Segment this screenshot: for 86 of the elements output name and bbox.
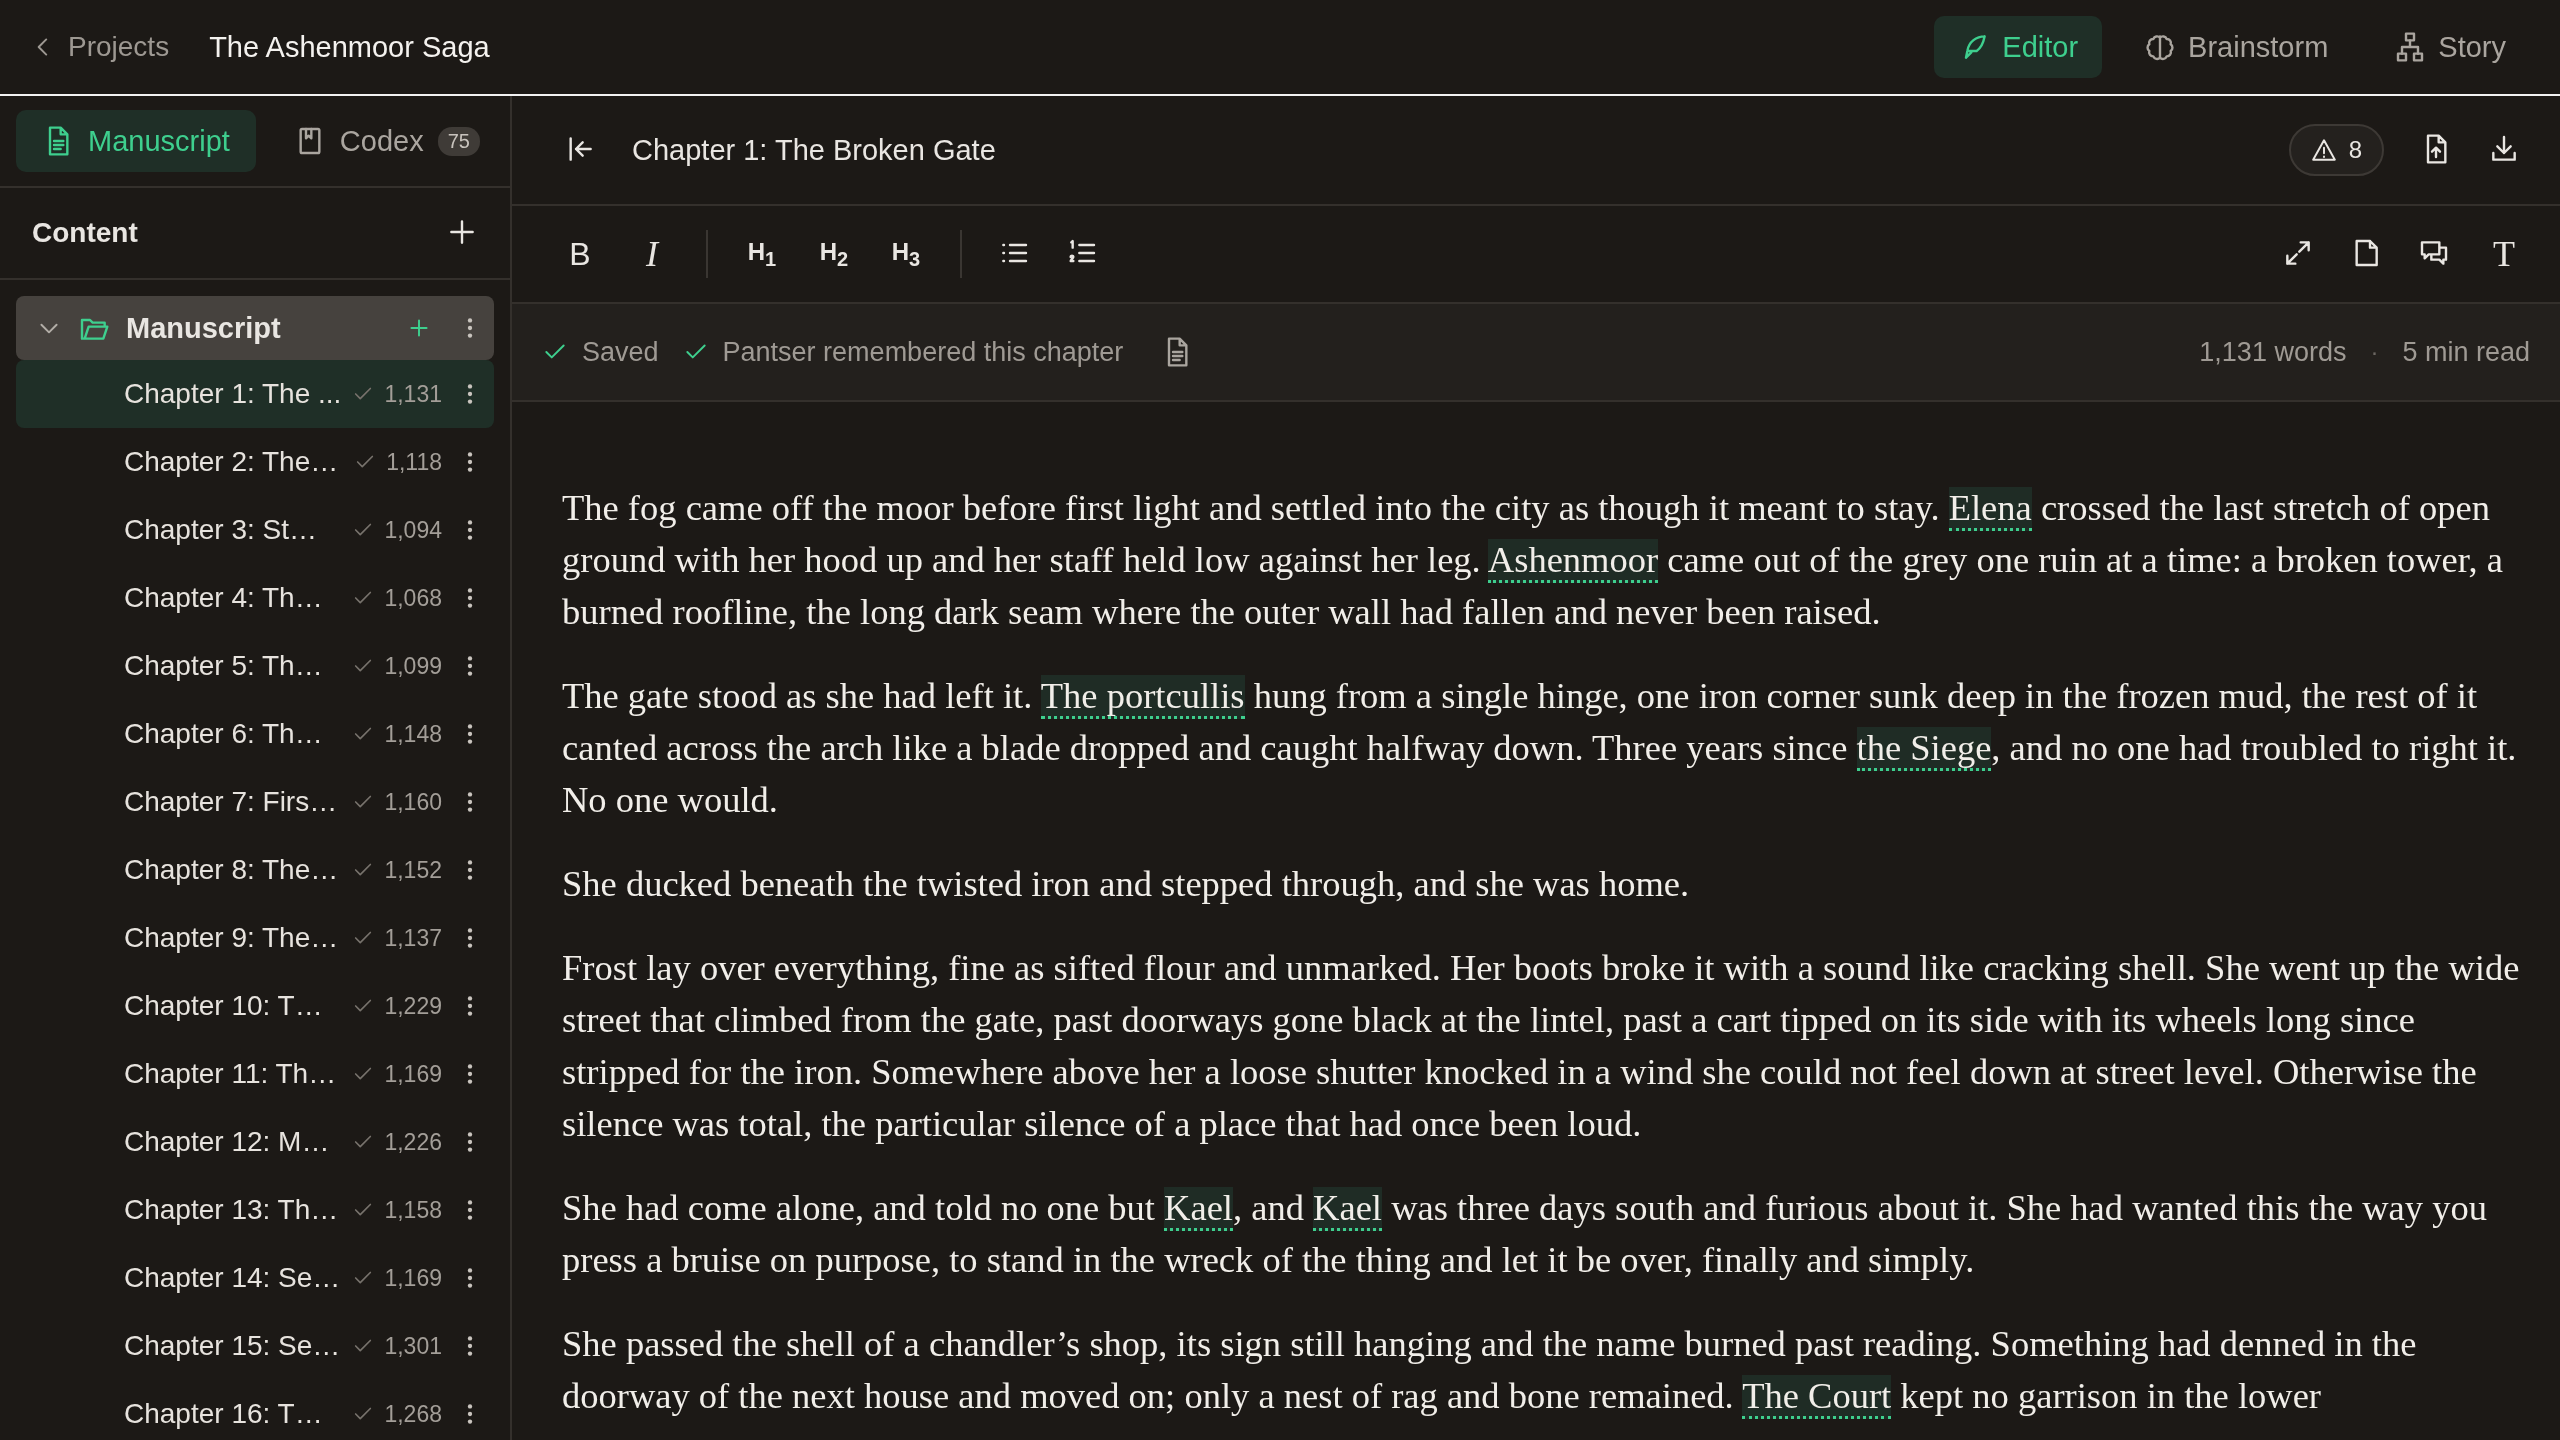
chapter-item[interactable]: Chapter 11: Th… 1,169 [16,1040,494,1108]
chapter-item[interactable]: Chapter 16: T… 1,268 [16,1380,494,1440]
mode-tab[interactable]: Brainstorm [2120,16,2353,78]
entity-mention[interactable]: The portcullis [1040,675,1245,719]
chapter-item[interactable]: Chapter 15: Se… 1,301 [16,1312,494,1380]
word-count: 1,158 [384,1196,442,1224]
warning-icon [2310,137,2337,163]
more-icon[interactable] [466,857,474,883]
word-count: 1,169 [384,1264,442,1292]
separator-dot: · [2370,338,2379,366]
word-count: 1,226 [384,1128,442,1156]
more-icon[interactable] [466,315,474,341]
chapter-title: Chapter 1: The Broken Gate [632,133,996,167]
format-button[interactable]: B [562,235,598,273]
sidebar-tab[interactable]: Codex 75 [267,110,506,172]
saved-status: Saved [582,336,659,368]
word-count: 1,169 [384,1060,442,1088]
more-icon[interactable] [466,1061,474,1087]
mode-tab[interactable]: Story [2370,16,2530,78]
word-count: 1,301 [384,1332,442,1360]
read-time: 5 min read [2402,336,2530,368]
more-icon[interactable] [466,1333,474,1359]
format-button[interactable]: H$_{3}$ [888,237,924,271]
more-icon[interactable] [466,653,474,679]
paragraph: Frost lay over everything, fine as sifted flour and unmarked. Her boots broke it with a sound like cracking shell. She went up the wide street that climbed from the gate, past doorways gone black at the lintel, past a cart tipped on its side with its wheels long since stripped for the iron. Somewhere above her a loose shutter knocked in a wind she could not feel down at street level. Otherwise the silence was total, the particular silence of a place that had once been loud. [562,946,2520,1146]
chapter-item[interactable]: Chapter 13: Th… 1,158 [16,1176,494,1244]
chapter-item[interactable]: Chapter 3: St… 1,094 [16,496,494,564]
mode-tab[interactable]: Editor [1934,16,2103,78]
count-badge: 75 [437,126,480,156]
chapter-item[interactable]: Chapter 6: Th… 1,148 [16,700,494,768]
more-icon[interactable] [466,1265,474,1291]
word-count: 1,131 words [2199,336,2347,368]
warnings-button[interactable]: 8 [2288,124,2384,176]
format-button[interactable]: I [634,233,670,275]
entity-mention[interactable]: Elena [1948,487,2032,531]
chapter-item[interactable]: Chapter 10: T… 1,229 [16,972,494,1040]
word-count: 1,099 [384,652,442,680]
chapter-item[interactable]: Chapter 4: Th… 1,068 [16,564,494,632]
chapter-item[interactable]: Chapter 9: The… 1,137 [16,904,494,972]
text-style-button[interactable]: T [2486,233,2522,275]
more-icon[interactable] [466,585,474,611]
entity-mention[interactable]: the Siege [1856,727,1992,771]
more-icon[interactable] [466,1197,474,1223]
format-button[interactable]: H$_{1}$ [744,237,780,271]
more-icon[interactable] [466,925,474,951]
chapter-item[interactable]: Chapter 1: The ... 1,131 [16,360,494,428]
word-count: 1,148 [384,720,442,748]
word-count: 1,118 [386,448,442,476]
paragraph: She had come alone, and told no one but Kael, and Kael was three days south and furious about it. She had wanted this the way you press a bruise on purpose, to stand in the wreck of the thing and let it be over, finally and simply. [562,1186,2488,1282]
chapter-item[interactable]: Chapter 12: M… 1,226 [16,1108,494,1176]
memory-status: Pantser remembered this chapter [722,336,1124,368]
back-link[interactable]: Projects [30,31,170,63]
word-count: 1,068 [384,584,442,612]
sidebar-tab[interactable]: Manuscript [16,110,256,172]
more-icon[interactable] [466,789,474,815]
format-button[interactable]: H$_{2}$ [816,237,852,271]
more-icon[interactable] [466,993,474,1019]
chapter-item[interactable]: Chapter 8: The… 1,152 [16,836,494,904]
more-icon[interactable] [466,449,474,475]
more-icon[interactable] [466,517,474,543]
word-count: 1,160 [384,788,442,816]
word-count: 1,268 [384,1400,442,1428]
folder-item[interactable]: Manuscript [16,296,494,360]
word-count: 1,094 [384,516,442,544]
more-icon[interactable] [466,721,474,747]
more-icon[interactable] [466,381,474,407]
chapter-item[interactable]: Chapter 7: Firs… 1,160 [16,768,494,836]
section-title: Content [32,217,138,249]
entity-mention[interactable]: The Court [1742,1375,1892,1419]
paragraph: She ducked beneath the twisted iron and stepped through, and she was home. [562,862,1691,906]
entity-mention[interactable]: Ashenmoor [1487,539,1659,583]
chapter-item[interactable]: Chapter 5: Th… 1,099 [16,632,494,700]
more-icon[interactable] [466,1129,474,1155]
paragraph: She passed the shell of a chandler’s shop, its sign still hanging and the name burned past reading. Something had denned in the doorway of the next house and moved on; only a nest of rag and bone remained. The Court kept no garrison in the lower [562,1318,2520,1422]
entity-mention[interactable]: Kael [1164,1187,1233,1231]
chapter-item[interactable]: Chapter 14: Se… 1,169 [16,1244,494,1312]
word-count: 1,131 [384,380,442,408]
project-title: The Ashenmoor Saga [209,30,490,64]
word-count: 1,229 [384,992,442,1020]
more-icon[interactable] [466,1401,474,1427]
word-count: 1,152 [384,856,442,884]
paragraph: The fog came off the moor before first light and settled into the city as though it meant to stay. Elena crossed the last stretch of open ground with her hood up and her staff held low against her leg. Ashenmoor came out of the grey one ruin at a time: a broken tower, a burned roofline, the long dark seam where the outer wall had fallen and never been raised. [562,486,2504,634]
paragraph: The gate stood as she had left it. The portcullis hung from a single hinge, one iron corner sunk deep in the frozen mud, the rest of it canted across the arch like a blade dropped and caught halfway down. Three years since the Siege, and no one had troubled to right it. No one would. [562,674,2518,822]
word-count: 1,137 [384,924,442,952]
chapter-item[interactable]: Chapter 2: The… 1,118 [16,428,494,496]
entity-mention[interactable]: Kael [1313,1187,1382,1231]
